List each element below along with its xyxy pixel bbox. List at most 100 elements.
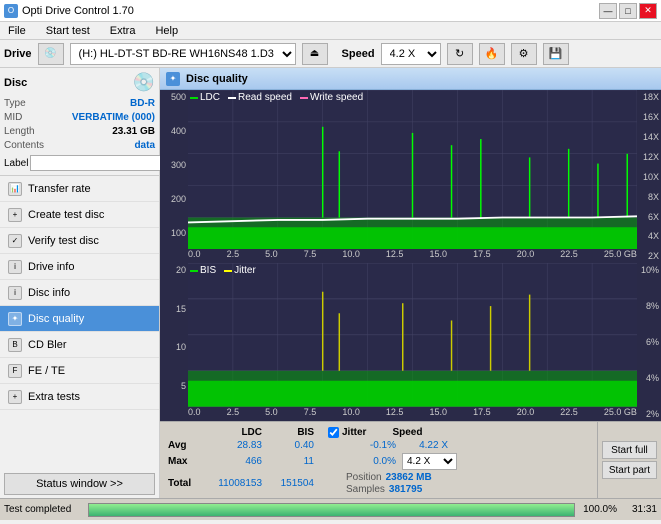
sidebar-item-fe-te[interactable]: F FE / TE xyxy=(0,358,159,384)
speed-select[interactable]: 4.2 X xyxy=(381,43,441,65)
legend-bis: BIS xyxy=(190,265,216,276)
progress-time: 31:31 xyxy=(621,504,657,515)
eject-button[interactable]: ⏏ xyxy=(302,43,328,65)
speed-header: Speed xyxy=(372,427,422,438)
disc-mid-value: VERBATIMe (000) xyxy=(72,111,155,125)
stats-total-row: Total 11008153 151504 Position 23862 MB … xyxy=(168,471,589,496)
sidebar-item-cd-bler[interactable]: B CD Bler xyxy=(0,332,159,358)
sidebar-item-disc-info[interactable]: i Disc info xyxy=(0,280,159,306)
close-button[interactable]: ✕ xyxy=(639,3,657,19)
quality-title: Disc quality xyxy=(186,73,248,85)
legend-write-speed: Write speed xyxy=(300,92,363,103)
fe-te-icon: F xyxy=(8,364,22,378)
start-full-button[interactable]: Start full xyxy=(602,441,657,459)
main-content: ✦ Disc quality LDC Read speed Write spee… xyxy=(160,68,661,498)
sidebar-item-drive-info[interactable]: i Drive info xyxy=(0,254,159,280)
sidebar-item-extra-tests[interactable]: + Extra tests xyxy=(0,384,159,410)
progress-bar-wrapper xyxy=(88,503,575,517)
nav-label-transfer-rate: Transfer rate xyxy=(28,183,91,195)
nav-label-cd-bler: CD Bler xyxy=(28,339,67,351)
write-speed-legend-color xyxy=(300,97,308,99)
jitter-header-label: Jitter xyxy=(342,427,366,438)
position-samples: Position 23862 MB Samples 381795 xyxy=(346,472,432,495)
drive-select[interactable]: (H:) HL-DT-ST BD-RE WH16NS48 1.D3 xyxy=(70,43,296,65)
y-axis-right-top: 18X 16X 14X 12X 10X 8X 6X 4X 2X xyxy=(637,90,661,263)
disc-type-value: BD-R xyxy=(130,97,155,111)
stats-action-buttons: Start full Start part xyxy=(597,422,661,498)
start-part-button[interactable]: Start part xyxy=(602,461,657,479)
nav-label-disc-info: Disc info xyxy=(28,287,70,299)
app-title: Opti Drive Control 1.70 xyxy=(22,5,134,17)
nav-label-extra-tests: Extra tests xyxy=(28,391,80,403)
max-jitter: 0.0% xyxy=(346,456,396,467)
drive-bar: Drive 💿 (H:) HL-DT-ST BD-RE WH16NS48 1.D… xyxy=(0,40,661,68)
disc-contents-label: Contents xyxy=(4,139,44,153)
speed-dropdown[interactable]: 4.2 X xyxy=(402,453,457,470)
samples-row: Samples 381795 xyxy=(346,484,432,495)
verify-disc-icon: ✓ xyxy=(8,234,22,248)
avg-ldc: 28.83 xyxy=(202,440,262,451)
disc-label-input[interactable] xyxy=(30,155,168,171)
title-bar-controls: — □ ✕ xyxy=(599,3,657,19)
menu-bar: File Start test Extra Help xyxy=(0,22,661,40)
nav-label-create-test-disc: Create test disc xyxy=(28,209,104,221)
refresh-button[interactable]: ↻ xyxy=(447,43,473,65)
disc-contents-value: data xyxy=(134,139,155,153)
disc-label-row: Label ⚙ xyxy=(4,155,155,171)
nav-items: 📊 Transfer rate + Create test disc ✓ Ver… xyxy=(0,176,159,470)
sidebar-item-create-test-disc[interactable]: + Create test disc xyxy=(0,202,159,228)
status-window-button[interactable]: Status window >> xyxy=(4,473,155,495)
total-ldc: 11008153 xyxy=(202,478,262,489)
sidebar-item-disc-quality[interactable]: ✦ Disc quality xyxy=(0,306,159,332)
sidebar-item-transfer-rate[interactable]: 📊 Transfer rate xyxy=(0,176,159,202)
stats-container: LDC BIS Jitter Speed Avg 28.83 0.40 -0.1… xyxy=(160,421,661,498)
settings-icon: ⚙ xyxy=(511,43,537,65)
disc-length-label: Length xyxy=(4,125,35,139)
progress-area: Test completed 100.0% 31:31 xyxy=(0,498,661,520)
disc-header: Disc 💿 xyxy=(4,72,155,93)
stats-left: LDC BIS Jitter Speed Avg 28.83 0.40 -0.1… xyxy=(160,422,597,498)
quality-panel-header: ✦ Disc quality xyxy=(160,68,661,90)
speed-label: Speed xyxy=(342,48,375,60)
chart-svg-top xyxy=(188,90,637,249)
avg-jitter: -0.1% xyxy=(346,440,396,451)
bis-header: BIS xyxy=(264,427,314,438)
ldc-header: LDC xyxy=(202,427,262,438)
burn-icon: 🔥 xyxy=(479,43,505,65)
disc-label-label: Label xyxy=(4,158,28,169)
jitter-checkbox[interactable] xyxy=(328,427,339,438)
disc-panel: Disc 💿 Type BD-R MID VERBATIMe (000) Len… xyxy=(0,68,159,176)
minimize-button[interactable]: — xyxy=(599,3,617,19)
avg-label: Avg xyxy=(168,440,200,451)
menu-extra[interactable]: Extra xyxy=(106,25,140,37)
max-ldc: 466 xyxy=(202,456,262,467)
cd-bler-icon: B xyxy=(8,338,22,352)
legend-read-speed: Read speed xyxy=(228,92,292,103)
nav-label-drive-info: Drive info xyxy=(28,261,74,273)
sidebar-item-verify-test-disc[interactable]: ✓ Verify test disc xyxy=(0,228,159,254)
read-speed-legend-color xyxy=(228,97,236,99)
y-axis-left-bottom: 20 15 10 5 xyxy=(160,263,188,421)
position-value: 23862 MB xyxy=(386,472,432,483)
progress-bar-fill xyxy=(89,504,574,516)
chart-legend-bottom: BIS Jitter xyxy=(190,265,256,276)
progress-percent: 100.0% xyxy=(579,504,617,515)
max-label: Max xyxy=(168,456,200,467)
disc-mid-row: MID VERBATIMe (000) xyxy=(4,111,155,125)
menu-file[interactable]: File xyxy=(4,25,30,37)
app-icon: O xyxy=(4,4,18,18)
menu-help[interactable]: Help xyxy=(151,25,182,37)
x-axis-top: 0.0 2.5 5.0 7.5 10.0 12.5 15.0 17.5 20.0… xyxy=(188,249,637,263)
drive-info-icon: i xyxy=(8,260,22,274)
maximize-button[interactable]: □ xyxy=(619,3,637,19)
samples-label: Samples xyxy=(346,484,385,495)
transfer-rate-icon: 📊 xyxy=(8,182,22,196)
total-label: Total xyxy=(168,478,200,489)
y-axis-left-top: 500 400 300 200 100 xyxy=(160,90,188,263)
menu-start-test[interactable]: Start test xyxy=(42,25,94,37)
disc-length-value: 23.31 GB xyxy=(112,125,155,139)
save-button[interactable]: 💾 xyxy=(543,43,569,65)
chart-svg-bottom xyxy=(188,263,637,407)
top-chart: LDC Read speed Write speed 500 400 300 2… xyxy=(160,90,661,263)
nav-label-fe-te: FE / TE xyxy=(28,365,65,377)
